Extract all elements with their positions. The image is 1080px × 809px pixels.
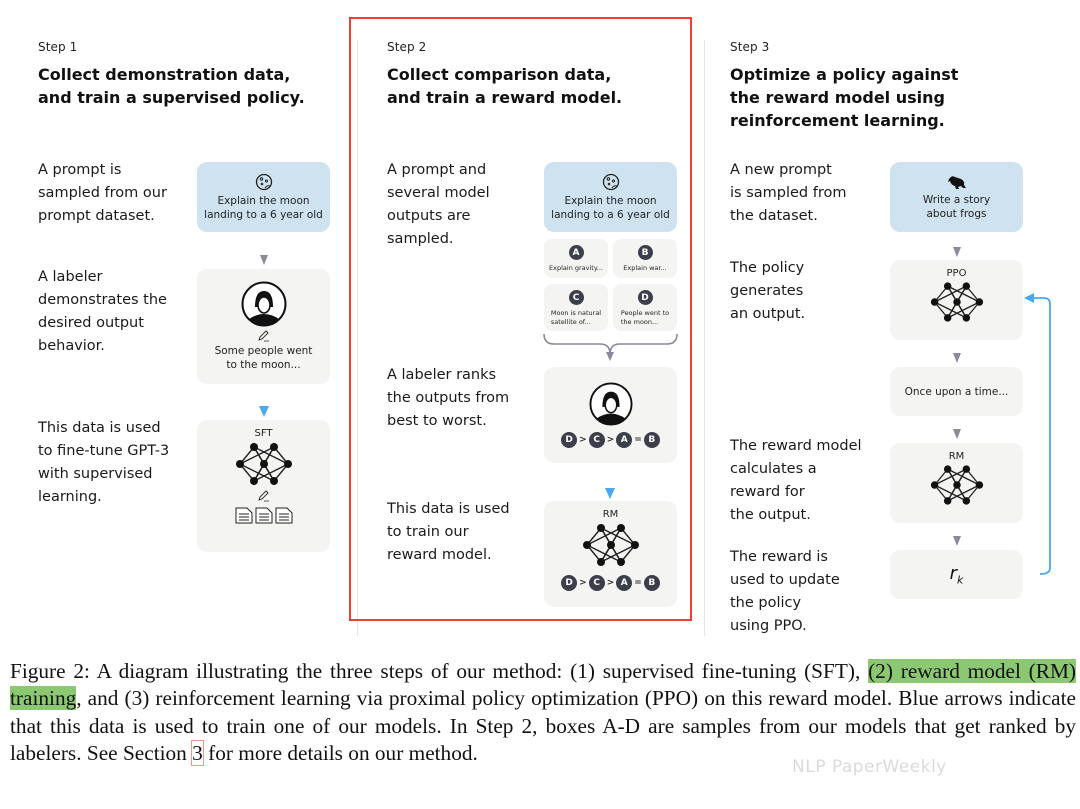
- network-node: [962, 497, 970, 505]
- step2-labeler-ranking-card: D > C > A = B: [544, 367, 677, 463]
- section-reference-link[interactable]: 3: [191, 740, 204, 767]
- brace-icon: [543, 333, 678, 361]
- network-node: [952, 481, 961, 489]
- badge-b: B: [637, 245, 653, 260]
- arrow-down-icon: [953, 429, 961, 439]
- blue-arrow-down-icon: [605, 488, 615, 499]
- step1-sft-model-card: SFT: [197, 420, 330, 552]
- step2-title: Collect comparison data, and train a rew…: [387, 65, 623, 107]
- network-node: [952, 298, 961, 306]
- reward-symbol: rk: [949, 562, 964, 587]
- pencil-icon: [257, 490, 269, 502]
- neural-network-icon: [235, 443, 292, 485]
- figure-caption: Figure 2: A diagram illustrating the thr…: [10, 659, 1076, 767]
- model-label: RM: [948, 451, 965, 462]
- badge-d: D: [637, 290, 653, 305]
- network-node: [249, 477, 258, 485]
- network-node: [930, 298, 938, 306]
- labeler-avatar-icon: [241, 281, 286, 327]
- step2-desc-2: A labeler ranks the outputs from best to w…: [387, 367, 510, 429]
- pencil-icon: [257, 330, 269, 342]
- step3-desc-3: The reward model calculates a reward for th…: [730, 438, 862, 523]
- frog-icon: [947, 175, 966, 189]
- network-node: [596, 558, 605, 566]
- step2-desc-3: This data is used to train our reward mode…: [387, 501, 510, 563]
- ranking-row: D > C > A = B: [561, 432, 660, 448]
- network-node: [630, 541, 639, 549]
- step2-rm-model-card: RM D > C > A = B: [544, 501, 677, 607]
- step2-label: Step 2: [387, 40, 427, 54]
- arrow-down-icon: [953, 353, 961, 363]
- step3-output-card: Once upon a time...: [890, 367, 1023, 416]
- step1-prompt-card: Explain the moon landing to a 6 year old: [197, 162, 330, 232]
- network-node: [943, 282, 951, 290]
- output-card-d: D People went to the moon...: [613, 284, 677, 331]
- step2-desc-1: A prompt and several model outputs are samp…: [387, 162, 490, 247]
- blue-feedback-arrow-icon: [1024, 293, 1051, 575]
- output-card-b: B Explain war...: [613, 239, 677, 278]
- network-node: [249, 443, 258, 451]
- output-card-a: A Explain gravity...: [544, 239, 608, 278]
- ranking-row: D > C > A = B: [561, 575, 660, 591]
- model-label: PPO: [946, 268, 967, 279]
- network-node: [259, 460, 268, 468]
- step3-title: Optimize a policy against the reward mod…: [730, 65, 959, 130]
- moon-icon: [602, 173, 619, 190]
- network-node: [283, 460, 292, 468]
- arrow-down-icon: [953, 536, 961, 546]
- network-node: [269, 477, 278, 485]
- network-node: [943, 497, 951, 505]
- neural-network-icon: [582, 524, 639, 566]
- network-node: [582, 541, 591, 549]
- step3-desc-4: The reward is used to update the policy usi…: [730, 549, 840, 634]
- step3-desc-1: A new prompt is sampled from the dataset.: [730, 162, 847, 224]
- network-node: [235, 460, 244, 468]
- column-divider-2: [704, 40, 705, 636]
- network-node: [616, 524, 625, 532]
- network-node: [962, 282, 970, 290]
- network-node: [975, 298, 983, 306]
- step1-label: Step 1: [38, 40, 78, 54]
- blue-arrow-down-icon: [259, 406, 269, 417]
- labeler-avatar-icon: [588, 382, 633, 426]
- network-node: [943, 465, 951, 473]
- network-node: [943, 314, 951, 322]
- neural-network-icon: [930, 282, 983, 322]
- arrow-down-icon: [260, 255, 268, 265]
- model-label: RM: [602, 509, 619, 520]
- model-label: SFT: [254, 428, 273, 439]
- step3-desc-2: The policy generates an output.: [730, 260, 806, 322]
- step3-label: Step 3: [730, 40, 770, 54]
- moon-icon: [255, 173, 272, 190]
- network-node: [606, 541, 615, 549]
- step2-prompt-card: Explain the moon landing to a 6 year old: [544, 162, 677, 232]
- step1-desc-2: A labeler demonstrates the desired output b…: [38, 269, 167, 354]
- step1-desc-1: A prompt is sampled from our prompt datase…: [38, 162, 167, 224]
- documents-icon: [235, 507, 293, 524]
- step3-ppo-policy-card: PPO: [890, 260, 1023, 340]
- step3-rm-card: RM: [890, 443, 1023, 523]
- arrow-down-icon: [953, 247, 961, 257]
- badge-c: C: [568, 290, 584, 305]
- network-node: [962, 465, 970, 473]
- network-node: [596, 524, 605, 532]
- step1-labeler-card: Some people went to the moon...: [197, 269, 330, 384]
- step1-desc-3: This data is used to fine-tune GPT-3 with …: [38, 420, 170, 505]
- network-node: [962, 314, 970, 322]
- neural-network-icon: [930, 465, 983, 505]
- network-node: [269, 443, 278, 451]
- badge-a: A: [568, 245, 584, 260]
- network-node: [930, 481, 938, 489]
- step1-title: Collect demonstration data, and train a …: [38, 65, 305, 107]
- step3-prompt-card: Write a story about frogs: [890, 162, 1023, 232]
- network-node: [975, 481, 983, 489]
- step3-reward-card: rk: [890, 550, 1023, 599]
- network-node: [616, 558, 625, 566]
- output-card-c: C Moon is natural satellite of...: [544, 284, 608, 331]
